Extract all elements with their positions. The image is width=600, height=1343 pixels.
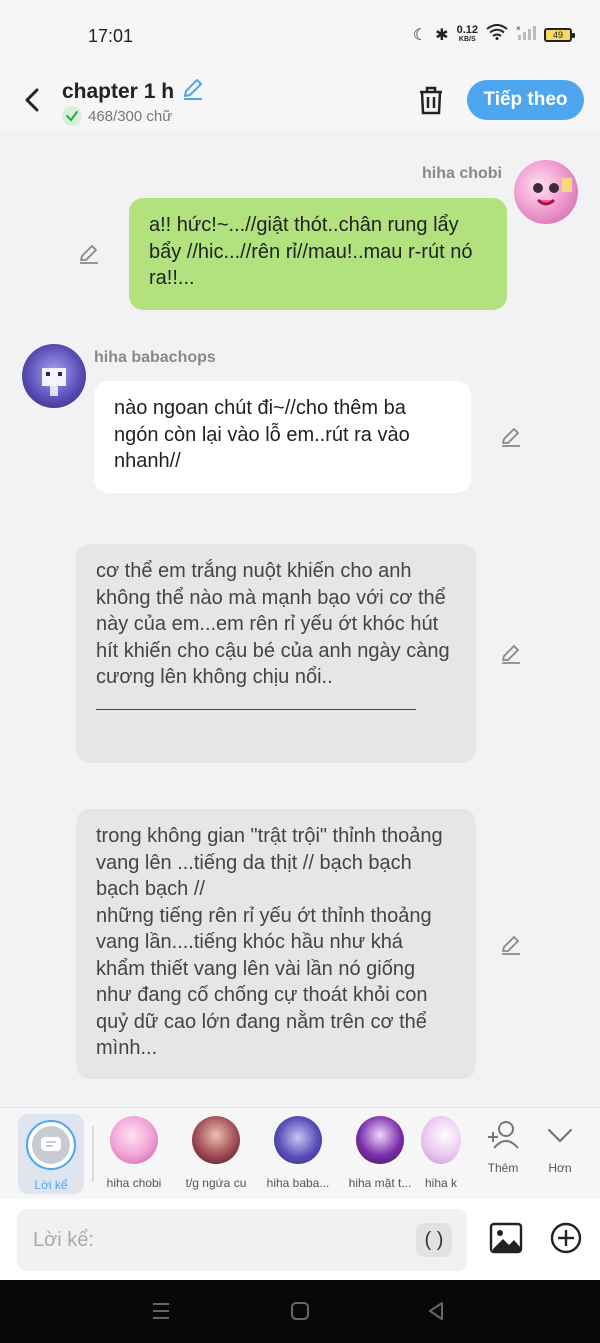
back-button[interactable] [18, 84, 46, 116]
character-chip[interactable]: hiha baba... [257, 1116, 339, 1190]
character-label: hiha chobi [106, 1176, 162, 1190]
character-label: hiha mặt t... [348, 1176, 412, 1190]
narrator-avatar [26, 1120, 76, 1170]
narration-text: cơ thể em trắng nuột khiến cho anh không… [96, 560, 450, 688]
narration-bubble[interactable]: cơ thể em trắng nuột khiến cho anh không… [76, 544, 476, 763]
narrator-tab[interactable]: Lời kể [18, 1114, 84, 1194]
status-icons: ☾ ✱ 0.12 KB/S × 49 [412, 23, 575, 45]
avatar[interactable] [22, 344, 86, 408]
wifi-icon [486, 24, 508, 45]
net-speed: 0.12 KB/S [456, 23, 478, 43]
bluetooth-icon: ✱ [435, 26, 449, 44]
chevron-down-icon [547, 1128, 573, 1143]
character-chip[interactable]: hiha k [421, 1116, 461, 1190]
divider-line [96, 708, 416, 710]
word-count-text: 468/300 chữ [88, 107, 173, 125]
character-label: hiha baba... [266, 1176, 330, 1190]
narrator-label: Lời kể [34, 1178, 68, 1192]
signal-icon: × [516, 24, 536, 45]
narration-bubble[interactable]: trong không gian "trật trội" thỉnh thoản… [76, 809, 476, 1079]
more-label: Hơn [548, 1161, 572, 1175]
avatar[interactable] [514, 160, 578, 224]
message-bubble[interactable]: a!! hức!~...//giật thót..chân rung lẩy b… [129, 198, 507, 310]
word-count: 468/300 chữ [62, 106, 172, 126]
next-button[interactable]: Tiếp theo [467, 80, 584, 120]
message-input[interactable] [17, 1209, 467, 1271]
edit-icon[interactable] [499, 933, 523, 957]
avatar [192, 1116, 240, 1164]
character-label: hiha k [425, 1176, 458, 1190]
character-chip[interactable]: hiha chobi [93, 1116, 175, 1190]
avatar [421, 1116, 461, 1164]
chapter-title[interactable]: chapter 1 h [62, 76, 206, 108]
character-chip[interactable]: t/g ngứa cu [175, 1116, 257, 1190]
avatar [356, 1116, 404, 1164]
moon-icon: ☾ [412, 26, 428, 44]
edit-icon[interactable] [499, 425, 523, 449]
chat-area[interactable]: hiha chobi a!! hức!~...//giật thót..chân… [0, 132, 600, 1107]
trash-icon[interactable] [416, 84, 446, 116]
pencil-icon[interactable] [180, 76, 206, 108]
more-button[interactable]: Hơn [535, 1118, 585, 1175]
chat-icon [41, 1137, 61, 1151]
sender-name: hiha chobi [422, 165, 502, 182]
avatar [110, 1116, 158, 1164]
status-time: 17:01 [88, 26, 134, 46]
avatar [274, 1116, 322, 1164]
home-icon[interactable] [290, 1300, 310, 1327]
edit-icon[interactable] [77, 242, 101, 266]
edit-icon[interactable] [499, 642, 523, 666]
add-icon[interactable] [549, 1221, 583, 1255]
svg-text:×: × [516, 24, 521, 33]
chapter-title-text: chapter 1 h [62, 80, 175, 103]
editor-header: chapter 1 h 468/300 chữ Tiếp theo [0, 72, 600, 132]
character-chip[interactable]: hiha mặt t... [339, 1116, 421, 1190]
back-nav-icon[interactable] [426, 1300, 446, 1327]
system-nav-bar [0, 1280, 600, 1343]
add-label: Thêm [487, 1161, 519, 1175]
character-bar: Lời kể hiha chobi t/g ngứa cu hiha baba.… [0, 1107, 600, 1199]
action-toggle-button[interactable]: ( ) [416, 1223, 452, 1257]
menu-icon[interactable] [151, 1300, 171, 1327]
sender-name: hiha babachops [94, 349, 216, 366]
status-bar: 17:01 ☾ ✱ 0.12 KB/S × 49 [0, 0, 600, 72]
battery-icon: 49 [544, 27, 575, 42]
message-bubble[interactable]: nào ngoan chút đi~//cho thêm ba ngón còn… [94, 381, 471, 493]
check-icon [62, 106, 82, 126]
add-person-icon [488, 1121, 519, 1149]
character-label: t/g ngứa cu [185, 1176, 247, 1190]
input-bar: ( ) [0, 1199, 600, 1280]
add-character-button[interactable]: Thêm [478, 1118, 528, 1175]
image-icon[interactable] [489, 1221, 523, 1255]
